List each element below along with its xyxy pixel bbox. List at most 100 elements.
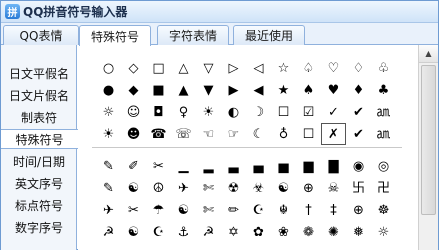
symbol-cell[interactable]: ✂: [121, 199, 146, 221]
symbol-cell[interactable]: ☠: [321, 177, 346, 199]
sidebar-item-katakana[interactable]: 日文片假名: [1, 85, 77, 105]
tab-special-symbols[interactable]: 特殊符号: [79, 25, 151, 46]
symbol-cell[interactable]: ▃: [221, 155, 246, 177]
symbol-cell[interactable]: ☞: [221, 123, 246, 145]
symbol-cell[interactable]: ✡: [221, 221, 246, 243]
symbol-cell[interactable]: ⊕: [296, 177, 321, 199]
sidebar-item-number-ordinals[interactable]: 数字序号: [1, 217, 77, 237]
sidebar-item-box-drawing[interactable]: 制表符: [1, 107, 77, 127]
symbol-cell[interactable]: ☭: [196, 221, 221, 243]
symbol-cell[interactable]: ☯: [171, 199, 196, 221]
symbol-cell[interactable]: ☢: [221, 177, 246, 199]
symbol-cell[interactable]: ♀: [171, 101, 196, 123]
symbol-cell[interactable]: ◆: [121, 79, 146, 101]
symbol-cell[interactable]: ▼: [196, 79, 221, 101]
symbol-cell[interactable]: ✗: [321, 123, 346, 145]
symbol-cell[interactable]: ☼: [371, 221, 396, 243]
symbol-cell[interactable]: ✔: [346, 123, 371, 145]
symbol-cell[interactable]: ☂: [146, 199, 171, 221]
symbol-cell[interactable]: ▷: [221, 57, 246, 79]
symbol-cell[interactable]: ✄: [196, 177, 221, 199]
symbol-cell[interactable]: ♦: [346, 79, 371, 101]
symbol-cell[interactable]: ▽: [196, 57, 221, 79]
symbol-cell[interactable]: ▂: [196, 155, 221, 177]
symbol-cell[interactable]: ✈: [96, 199, 121, 221]
symbol-cell[interactable]: ▁: [171, 155, 196, 177]
symbol-cell[interactable]: ❁: [296, 221, 321, 243]
symbol-cell[interactable]: ○: [96, 57, 121, 79]
symbol-cell[interactable]: ▄: [246, 155, 271, 177]
symbol-cell[interactable]: ☪: [146, 221, 171, 243]
symbol-cell[interactable]: ▲: [171, 79, 196, 101]
symbol-cell[interactable]: ◁: [246, 57, 271, 79]
symbol-cell[interactable]: ✂: [146, 155, 171, 177]
symbol-cell[interactable]: ☽: [246, 101, 271, 123]
sidebar-item-english-ordinals[interactable]: 英文序号: [1, 173, 77, 193]
symbol-cell[interactable]: ♢: [346, 57, 371, 79]
tab-qq-emoji[interactable]: QQ表情: [3, 25, 79, 45]
symbol-cell[interactable]: ☀: [196, 101, 221, 123]
symbol-cell[interactable]: ☎: [146, 123, 171, 145]
symbol-cell[interactable]: ☑: [296, 101, 321, 123]
vertical-scrollbar[interactable]: ▲: [418, 45, 438, 250]
symbol-cell[interactable]: ☮: [146, 177, 171, 199]
symbol-cell[interactable]: ▇: [321, 155, 346, 177]
symbol-cell[interactable]: ✔: [346, 101, 371, 123]
symbol-cell[interactable]: ☀: [96, 123, 121, 145]
symbol-cell[interactable]: ♤: [296, 57, 321, 79]
symbol-cell[interactable]: ㏂: [371, 123, 396, 145]
symbol-cell[interactable]: ●: [96, 79, 121, 101]
symbol-cell[interactable]: ☯: [121, 177, 146, 199]
symbol-cell[interactable]: ✈: [171, 177, 196, 199]
symbol-cell[interactable]: ✿: [246, 221, 271, 243]
symbol-cell[interactable]: ☻: [121, 123, 146, 145]
symbol-cell[interactable]: ◘: [146, 101, 171, 123]
symbol-cell[interactable]: 卍: [371, 177, 396, 199]
symbol-cell[interactable]: ☬: [271, 199, 296, 221]
symbol-cell[interactable]: ✓: [321, 101, 346, 123]
symbol-cell[interactable]: ▶: [221, 79, 246, 101]
symbol-cell[interactable]: ❀: [271, 221, 296, 243]
symbol-cell[interactable]: ☏: [171, 123, 196, 145]
symbol-cell[interactable]: ☭: [96, 221, 121, 243]
symbol-cell[interactable]: ‡: [321, 199, 346, 221]
symbol-cell[interactable]: ♥: [321, 79, 346, 101]
symbol-cell[interactable]: ☣: [246, 177, 271, 199]
symbol-cell[interactable]: ❅: [346, 221, 371, 243]
symbol-cell[interactable]: ⚓: [171, 221, 196, 243]
sidebar-item-time-date[interactable]: 时间/日期: [1, 151, 77, 171]
symbol-cell[interactable]: ☺: [121, 101, 146, 123]
symbol-cell[interactable]: ◇: [121, 57, 146, 79]
symbol-cell[interactable]: ✎: [96, 155, 121, 177]
symbol-cell[interactable]: ✎: [96, 177, 121, 199]
symbol-cell[interactable]: ▆: [296, 155, 321, 177]
scroll-up-arrow-icon[interactable]: ▲: [419, 45, 438, 63]
symbol-cell[interactable]: †: [296, 199, 321, 221]
symbol-cell[interactable]: ♁: [271, 123, 296, 145]
symbol-cell[interactable]: ♡: [321, 57, 346, 79]
symbol-cell[interactable]: ✄: [196, 199, 221, 221]
symbol-cell[interactable]: ✺: [321, 221, 346, 243]
symbol-cell[interactable]: ▅: [271, 155, 296, 177]
symbol-cell[interactable]: ★: [271, 79, 296, 101]
symbol-cell[interactable]: ◉: [346, 155, 371, 177]
title-bar[interactable]: 拼 QQ拼音符号输入器: [1, 1, 438, 23]
symbol-cell[interactable]: ♠: [296, 79, 321, 101]
tab-character-emoticons[interactable]: 字符表情: [157, 25, 229, 45]
symbol-cell[interactable]: ✏: [221, 199, 246, 221]
scroll-thumb[interactable]: [421, 65, 436, 215]
symbol-cell[interactable]: △: [171, 57, 196, 79]
symbol-cell[interactable]: ㏂: [371, 101, 396, 123]
sidebar-item-punctuation[interactable]: 标点符号: [1, 195, 77, 215]
symbol-cell[interactable]: ☾: [246, 123, 271, 145]
symbol-cell[interactable]: ☼: [96, 101, 121, 123]
symbol-cell[interactable]: ✐: [121, 155, 146, 177]
symbol-cell[interactable]: ◀: [246, 79, 271, 101]
symbol-cell[interactable]: □: [146, 57, 171, 79]
symbol-cell[interactable]: ☆: [271, 57, 296, 79]
symbol-cell[interactable]: ☐: [296, 123, 321, 145]
symbol-cell[interactable]: ☪: [246, 199, 271, 221]
symbol-cell[interactable]: ☸: [371, 199, 396, 221]
symbol-cell[interactable]: ☐: [271, 101, 296, 123]
symbol-cell[interactable]: ☯: [271, 177, 296, 199]
